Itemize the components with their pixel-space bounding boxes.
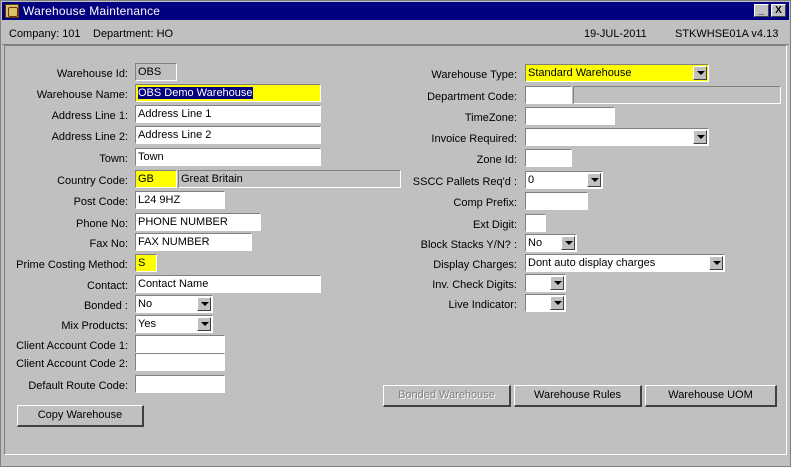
address2-label: Address Line 2:: [51, 131, 128, 143]
inv-check-digits-label: Inv. Check Digits:: [432, 279, 517, 291]
close-button[interactable]: X: [771, 4, 786, 17]
sscc-pallets-value: 0: [528, 174, 535, 186]
bonded-select[interactable]: No: [135, 295, 213, 313]
address1-field[interactable]: Address Line 1: [135, 105, 321, 123]
zone-id-field[interactable]: [525, 149, 572, 167]
warehouse-type-value: Standard Warehouse: [528, 67, 632, 79]
zone-id-label: Zone Id:: [476, 154, 517, 166]
default-route-field[interactable]: [135, 375, 225, 393]
program-info: STKWHSE01A v4.13: [675, 28, 779, 40]
country-code-label: Country Code:: [57, 175, 128, 187]
bonded-warehouse-button[interactable]: Bonded Warehouse: [383, 385, 511, 407]
default-route-label: Default Route Code:: [28, 380, 128, 392]
department-name-field: [573, 86, 781, 104]
app-icon: [5, 4, 19, 18]
timezone-label: TimeZone:: [464, 112, 517, 124]
contact-field[interactable]: Contact Name: [135, 275, 321, 293]
department-info: Department: HO: [93, 28, 174, 40]
block-stacks-label: Block Stacks Y/N? :: [420, 239, 517, 251]
display-charges-label: Display Charges:: [433, 259, 517, 271]
warehouse-name-field[interactable]: OBS Demo Warehouse: [135, 84, 321, 102]
prime-costing-label: Prime Costing Method:: [16, 259, 128, 271]
country-code-field[interactable]: GB: [135, 170, 177, 188]
live-indicator-select[interactable]: [525, 294, 566, 312]
warehouse-uom-button[interactable]: Warehouse UOM: [645, 385, 777, 407]
phone-label: Phone No:: [76, 218, 128, 230]
comp-prefix-field[interactable]: [525, 192, 588, 210]
bonded-label: Bonded :: [83, 300, 128, 312]
mix-products-value: Yes: [138, 318, 156, 330]
timezone-field[interactable]: [525, 107, 615, 125]
post-code-field[interactable]: L24 9HZ: [135, 191, 225, 209]
bonded-value: No: [138, 298, 153, 310]
department-code-label: Department Code:: [427, 91, 517, 103]
minimize-button[interactable]: _: [754, 4, 769, 17]
ext-digit-label: Ext Digit:: [472, 219, 517, 231]
address2-field[interactable]: Address Line 2: [135, 126, 321, 144]
inv-check-digits-select[interactable]: [525, 274, 566, 292]
title-bar: Warehouse Maintenance _ X: [2, 2, 789, 20]
chevron-down-icon[interactable]: [587, 173, 601, 187]
warehouse-id-field[interactable]: OBS: [135, 63, 177, 81]
client-account-1-field[interactable]: [135, 335, 225, 353]
chevron-down-icon[interactable]: [550, 276, 564, 290]
warehouse-name-value: OBS Demo Warehouse: [138, 87, 253, 99]
client-account-2-field[interactable]: [135, 353, 225, 371]
department-code-field[interactable]: [525, 86, 572, 104]
window-title: Warehouse Maintenance: [23, 4, 161, 18]
block-stacks-value: No: [528, 237, 543, 249]
phone-field[interactable]: PHONE NUMBER: [135, 213, 261, 231]
chevron-down-icon[interactable]: [561, 236, 575, 250]
company-info: Company: 101: [9, 28, 81, 40]
display-charges-select[interactable]: Dont auto display charges: [525, 254, 725, 272]
fax-field[interactable]: FAX NUMBER: [135, 233, 252, 251]
date-info: 19-JUL-2011: [584, 28, 647, 40]
post-code-label: Post Code:: [73, 196, 128, 208]
chevron-down-icon[interactable]: [550, 296, 564, 310]
warehouse-maintenance-window: Warehouse Maintenance _ X Company: 101 D…: [0, 0, 791, 467]
town-field[interactable]: Town: [135, 148, 321, 166]
address1-label: Address Line 1:: [51, 110, 128, 122]
warehouse-type-select[interactable]: Standard Warehouse: [525, 64, 709, 82]
invoice-required-select[interactable]: [525, 128, 709, 146]
chevron-down-icon[interactable]: [709, 256, 723, 270]
mix-products-select[interactable]: Yes: [135, 315, 213, 333]
chevron-down-icon[interactable]: [693, 66, 707, 80]
copy-warehouse-button[interactable]: Copy Warehouse: [17, 405, 144, 427]
town-label: Town:: [99, 153, 128, 165]
warehouse-type-label: Warehouse Type:: [431, 69, 517, 81]
display-charges-value: Dont auto display charges: [528, 257, 656, 269]
comp-prefix-label: Comp Prefix:: [453, 197, 517, 209]
chevron-down-icon[interactable]: [197, 297, 211, 311]
sscc-pallets-label: SSCC Pallets Req'd :: [412, 176, 517, 188]
live-indicator-label: Live Indicator:: [448, 299, 517, 311]
mix-products-label: Mix Products:: [61, 320, 128, 332]
warehouse-rules-button[interactable]: Warehouse Rules: [514, 385, 642, 407]
client-account-1-label: Client Account Code 1:: [16, 340, 128, 352]
sscc-pallets-select[interactable]: 0: [525, 171, 603, 189]
chevron-down-icon[interactable]: [197, 317, 211, 331]
invoice-required-label: Invoice Required:: [431, 133, 517, 145]
chevron-down-icon[interactable]: [693, 130, 707, 144]
block-stacks-select[interactable]: No: [525, 234, 577, 252]
country-name-field: Great Britain: [178, 170, 401, 188]
prime-costing-field[interactable]: S: [135, 254, 157, 272]
warehouse-id-label: Warehouse Id:: [56, 68, 128, 80]
contact-label: Contact:: [87, 280, 128, 292]
ext-digit-field[interactable]: [525, 214, 546, 232]
fax-label: Fax No:: [89, 238, 128, 250]
warehouse-name-label: Warehouse Name:: [36, 89, 128, 101]
client-account-2-label: Client Account Code 2:: [16, 358, 128, 370]
info-bar: Company: 101 Department: HO 19-JUL-2011 …: [2, 22, 789, 45]
